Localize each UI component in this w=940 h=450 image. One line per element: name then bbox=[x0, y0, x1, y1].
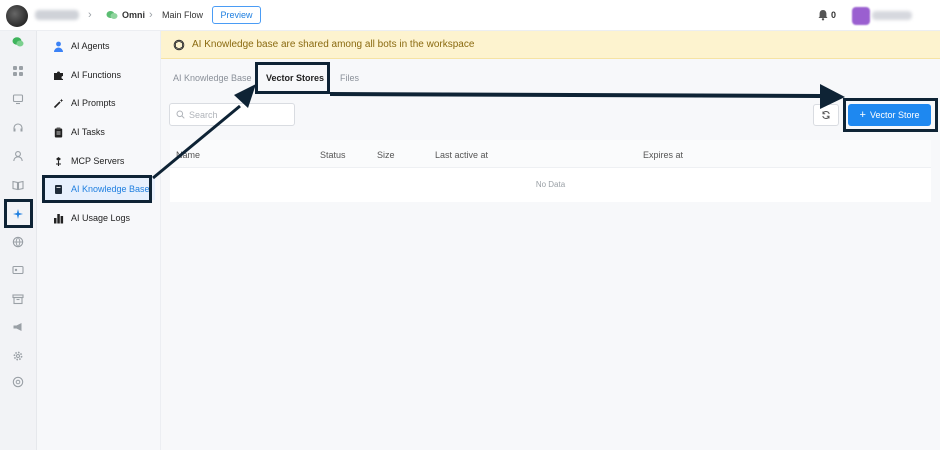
column-header-name[interactable]: Name bbox=[176, 150, 200, 160]
help-icon[interactable] bbox=[12, 376, 24, 388]
book-icon bbox=[55, 184, 62, 194]
column-header-expires[interactable]: Expires at bbox=[643, 150, 683, 160]
server-icon bbox=[56, 156, 61, 166]
tab-files[interactable]: Files bbox=[340, 73, 359, 83]
workspace-logo[interactable] bbox=[6, 5, 28, 27]
search-icon bbox=[176, 110, 185, 119]
table-header: Name Status Size Last active at Expires … bbox=[170, 140, 931, 168]
top-bar: › Omni › Main Flow Preview 0 bbox=[0, 0, 940, 31]
plus-icon: + bbox=[859, 109, 866, 121]
sidebar-item-label: AI Functions bbox=[71, 70, 122, 80]
add-vector-store-label: Vector Store bbox=[869, 110, 920, 120]
user-name-blurred[interactable] bbox=[872, 11, 912, 20]
puzzle-icon bbox=[54, 71, 63, 80]
chevron-right-icon: › bbox=[88, 9, 92, 21]
sidebar-item-label: AI Agents bbox=[71, 41, 110, 51]
column-header-size[interactable]: Size bbox=[377, 150, 395, 160]
active-tab-indicator bbox=[261, 92, 325, 94]
clipboard-icon bbox=[54, 127, 63, 137]
gear-icon[interactable] bbox=[12, 350, 24, 362]
megaphone-icon[interactable] bbox=[12, 321, 24, 333]
preview-button[interactable]: Preview bbox=[212, 6, 261, 24]
vector-stores-table: Name Status Size Last active at Expires … bbox=[170, 140, 931, 202]
search-input[interactable] bbox=[189, 109, 289, 120]
bar-chart-icon bbox=[54, 213, 64, 223]
archive-icon[interactable] bbox=[12, 293, 24, 305]
workspace-name-blurred bbox=[35, 10, 79, 20]
column-header-status[interactable]: Status bbox=[320, 150, 346, 160]
avatar[interactable] bbox=[852, 7, 870, 25]
book-open-icon[interactable] bbox=[12, 179, 24, 191]
chat-bubble-icon bbox=[106, 11, 118, 19]
sidebar-item-label: AI Tasks bbox=[71, 127, 105, 137]
search-box[interactable] bbox=[169, 103, 295, 126]
banner-text: AI Knowledge base are shared among all b… bbox=[192, 39, 475, 50]
column-header-last-active[interactable]: Last active at bbox=[435, 150, 488, 160]
empty-state-text: No Data bbox=[535, 180, 566, 189]
chevron-right-icon: › bbox=[149, 9, 153, 21]
notification-count: 0 bbox=[831, 10, 837, 20]
sidebar-item-label: AI Prompts bbox=[71, 98, 116, 108]
bell-icon[interactable] bbox=[817, 9, 829, 21]
globe-icon[interactable] bbox=[12, 236, 24, 248]
breadcrumb-project[interactable]: Omni bbox=[122, 10, 145, 20]
headset-icon[interactable] bbox=[12, 122, 24, 134]
grid-icon[interactable] bbox=[12, 65, 24, 77]
ai-sidebar: AI Agents AI Functions AI Prompts AI Tas… bbox=[37, 31, 161, 450]
refresh-icon bbox=[822, 111, 830, 119]
sidebar-item-label: MCP Servers bbox=[71, 156, 125, 166]
sparkle-icon[interactable] bbox=[12, 208, 24, 220]
sidebar-item-ai-functions[interactable]: AI Functions bbox=[45, 64, 155, 86]
tab-ai-knowledge-base[interactable]: AI Knowledge Base bbox=[173, 73, 252, 83]
sidebar-item-label: AI Usage Logs bbox=[71, 213, 131, 223]
tab-bar: AI Knowledge Base Vector Stores Files bbox=[161, 59, 940, 96]
broadcast-icon[interactable] bbox=[12, 93, 24, 105]
add-vector-store-button[interactable]: + Vector Store bbox=[848, 104, 931, 126]
sidebar-item-ai-prompts[interactable]: AI Prompts bbox=[45, 92, 155, 114]
id-card-icon[interactable] bbox=[12, 264, 24, 276]
tab-vector-stores[interactable]: Vector Stores bbox=[266, 73, 324, 83]
sidebar-item-ai-usage-logs[interactable]: AI Usage Logs bbox=[45, 207, 155, 229]
sidebar-item-ai-agents[interactable]: AI Agents bbox=[45, 35, 155, 57]
sidebar-item-ai-knowledge-base[interactable]: AI Knowledge Base bbox=[45, 178, 155, 200]
user-icon[interactable] bbox=[12, 150, 24, 162]
person-icon bbox=[54, 41, 63, 52]
breadcrumb-flow[interactable]: Main Flow bbox=[162, 10, 203, 20]
info-banner: AI Knowledge base are shared among all b… bbox=[161, 31, 940, 59]
sidebar-item-ai-tasks[interactable]: AI Tasks bbox=[45, 121, 155, 143]
icon-rail bbox=[0, 31, 37, 450]
magic-wand-icon bbox=[53, 98, 64, 108]
sidebar-item-mcp-servers[interactable]: MCP Servers bbox=[45, 150, 155, 172]
refresh-button[interactable] bbox=[813, 104, 839, 126]
openai-icon bbox=[173, 39, 185, 50]
sidebar-item-label: AI Knowledge Base bbox=[71, 184, 150, 194]
chat-icon[interactable] bbox=[12, 36, 24, 48]
